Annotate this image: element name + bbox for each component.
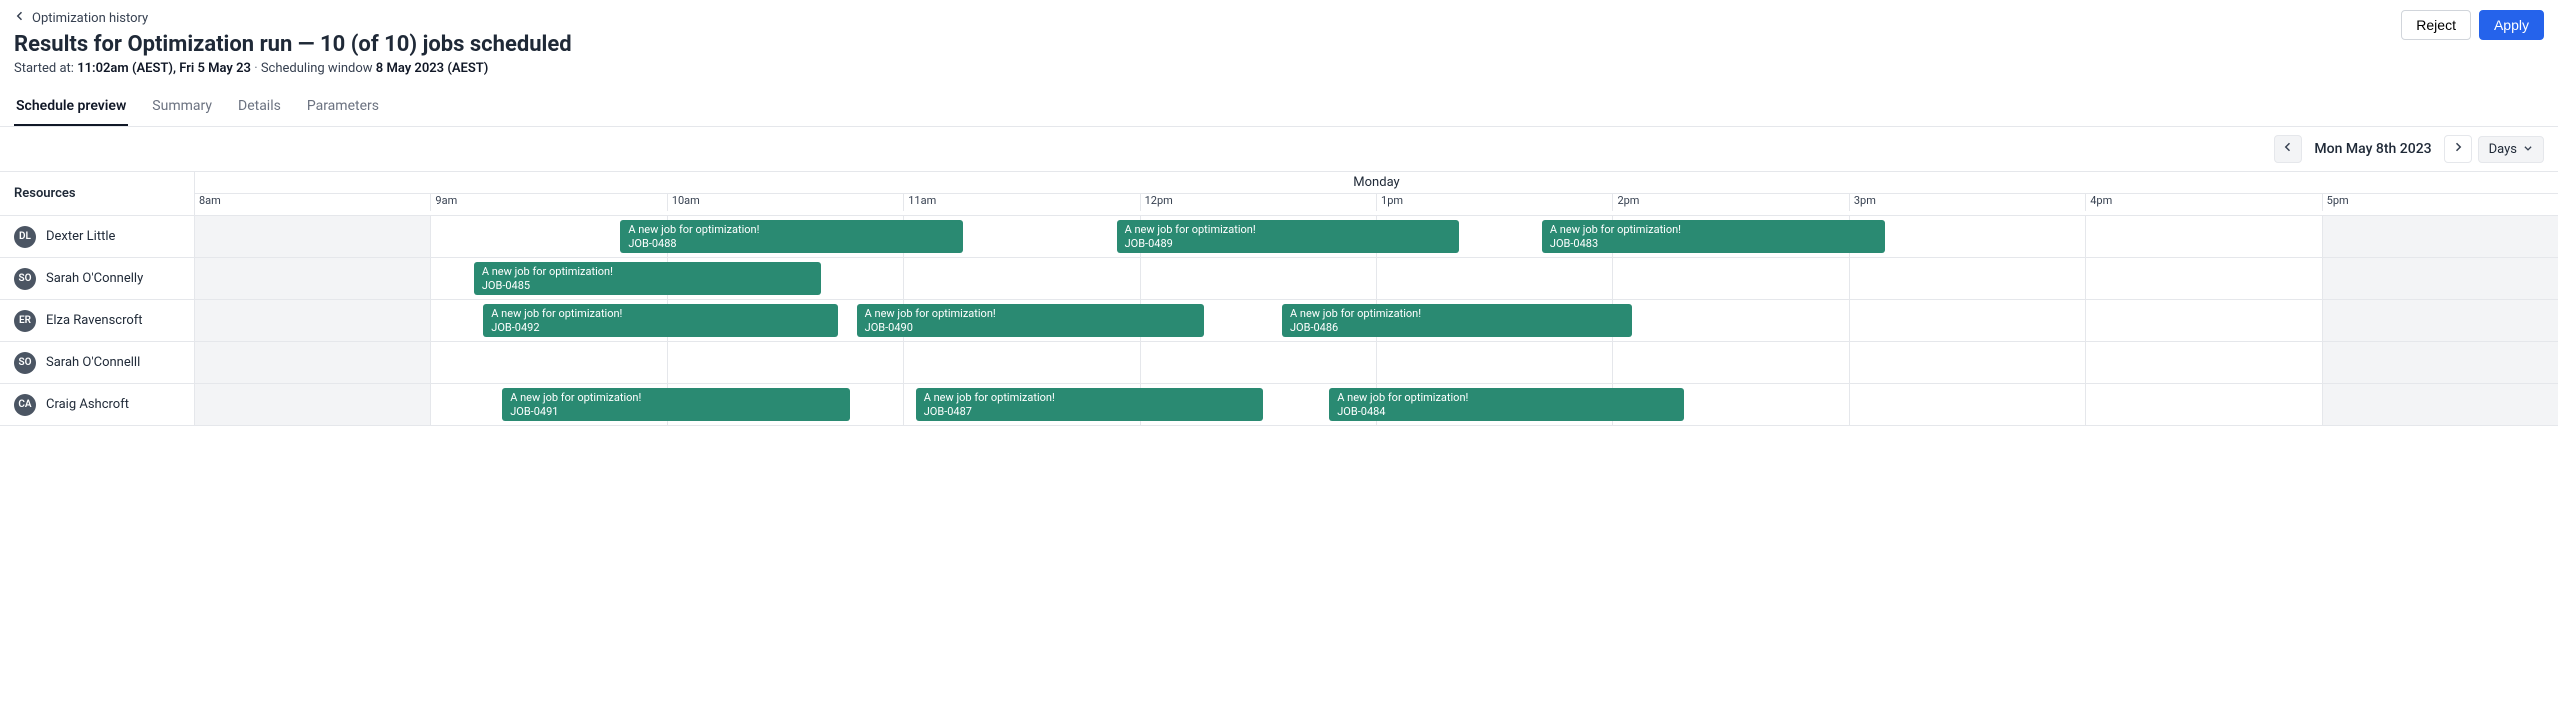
timeline-row <box>195 342 2558 384</box>
job-code: JOB-0488 <box>628 237 955 251</box>
job-code: JOB-0485 <box>482 279 813 293</box>
started-value: 11:02am (AEST), Fri 5 May 23 <box>77 61 251 76</box>
hour-label: 8am <box>195 194 430 211</box>
hour-label: 1pm <box>1376 194 1612 211</box>
avatar: SO <box>14 352 36 374</box>
next-day-button[interactable] <box>2444 135 2472 163</box>
back-link[interactable]: Optimization history <box>14 10 148 26</box>
resource-cell[interactable]: DL Dexter Little <box>0 216 195 258</box>
job-code: JOB-0491 <box>510 405 841 419</box>
avatar: CA <box>14 394 36 416</box>
job-block[interactable]: A new job for optimization!JOB-0485 <box>474 262 821 295</box>
job-code: JOB-0486 <box>1290 321 1624 335</box>
hour-label: 5pm <box>2322 194 2558 211</box>
resource-name: Sarah O'Connelll <box>46 355 140 370</box>
hour-label: 4pm <box>2085 194 2321 211</box>
avatar: DL <box>14 226 36 248</box>
job-block[interactable]: A new job for optimization!JOB-0491 <box>502 388 849 421</box>
granularity-label: Days <box>2489 142 2517 157</box>
timeline-row: A new job for optimization!JOB-0488A new… <box>195 216 2558 258</box>
resource-name: Dexter Little <box>46 229 115 244</box>
chevron-left-icon <box>14 10 26 26</box>
job-title: A new job for optimization! <box>482 265 813 279</box>
hour-label: 9am <box>430 194 666 211</box>
timeline-row: A new job for optimization!JOB-0485 <box>195 258 2558 300</box>
avatar: ER <box>14 310 36 332</box>
job-block[interactable]: A new job for optimization!JOB-0492 <box>483 304 837 337</box>
job-title: A new job for optimization! <box>865 307 1196 321</box>
job-code: JOB-0484 <box>1337 405 1675 419</box>
meta-separator: · <box>254 61 261 76</box>
job-block[interactable]: A new job for optimization!JOB-0484 <box>1329 388 1683 421</box>
resource-cell[interactable]: SO Sarah O'Connelly <box>0 258 195 300</box>
page-title: Results for Optimization run — 10 (of 10… <box>14 32 572 57</box>
resource-cell[interactable]: ER Elza Ravenscroft <box>0 300 195 342</box>
job-block[interactable]: A new job for optimization!JOB-0490 <box>857 304 1204 337</box>
chevron-left-icon <box>2282 141 2294 157</box>
job-block[interactable]: A new job for optimization!JOB-0486 <box>1282 304 1632 337</box>
reject-button[interactable]: Reject <box>2401 10 2471 40</box>
back-link-label: Optimization history <box>32 11 148 26</box>
job-code: JOB-0492 <box>491 321 829 335</box>
job-block[interactable]: A new job for optimization!JOB-0483 <box>1542 220 1885 253</box>
job-title: A new job for optimization! <box>491 307 829 321</box>
hour-label: 12pm <box>1140 194 1376 211</box>
job-title: A new job for optimization! <box>1125 223 1452 237</box>
hour-label: 10am <box>667 194 903 211</box>
job-title: A new job for optimization! <box>924 391 1255 405</box>
job-code: JOB-0487 <box>924 405 1255 419</box>
job-code: JOB-0483 <box>1550 237 1877 251</box>
tab-schedule-preview[interactable]: Schedule preview <box>14 90 128 126</box>
job-title: A new job for optimization! <box>510 391 841 405</box>
job-title: A new job for optimization! <box>1290 307 1624 321</box>
started-label: Started at: <box>14 61 74 76</box>
job-block[interactable]: A new job for optimization!JOB-0488 <box>620 220 963 253</box>
granularity-select[interactable]: Days <box>2478 136 2544 163</box>
chevron-down-icon <box>2523 142 2533 157</box>
resource-name: Craig Ashcroft <box>46 397 129 412</box>
job-code: JOB-0490 <box>865 321 1196 335</box>
job-title: A new job for optimization! <box>1550 223 1877 237</box>
resource-name: Sarah O'Connelly <box>46 271 143 286</box>
meta-line: Started at: 11:02am (AEST), Fri 5 May 23… <box>14 61 572 76</box>
resource-cell[interactable]: CA Craig Ashcroft <box>0 384 195 426</box>
job-block[interactable]: A new job for optimization!JOB-0489 <box>1117 220 1460 253</box>
resource-cell[interactable]: SO Sarah O'Connelll <box>0 342 195 384</box>
job-block[interactable]: A new job for optimization!JOB-0487 <box>916 388 1263 421</box>
resource-name: Elza Ravenscroft <box>46 313 143 328</box>
timeline-row: A new job for optimization!JOB-0492A new… <box>195 300 2558 342</box>
prev-day-button[interactable] <box>2274 135 2302 163</box>
tab-summary[interactable]: Summary <box>150 90 214 126</box>
job-title: A new job for optimization! <box>628 223 955 237</box>
resources-header: Resources <box>0 172 195 216</box>
hour-label: 2pm <box>1612 194 1848 211</box>
avatar: SO <box>14 268 36 290</box>
apply-button[interactable]: Apply <box>2479 10 2544 40</box>
tab-details[interactable]: Details <box>236 90 283 126</box>
current-date-label: Mon May 8th 2023 <box>2314 141 2431 157</box>
job-title: A new job for optimization! <box>1337 391 1675 405</box>
job-code: JOB-0489 <box>1125 237 1452 251</box>
hour-label: 3pm <box>1849 194 2085 211</box>
day-label: Monday <box>195 172 2558 193</box>
chevron-right-icon <box>2452 141 2464 157</box>
hour-label: 11am <box>903 194 1139 211</box>
timeline-row: A new job for optimization!JOB-0491A new… <box>195 384 2558 426</box>
window-label: Scheduling window <box>261 61 373 76</box>
tab-parameters[interactable]: Parameters <box>305 90 381 126</box>
window-value: 8 May 2023 (AEST) <box>376 61 489 76</box>
